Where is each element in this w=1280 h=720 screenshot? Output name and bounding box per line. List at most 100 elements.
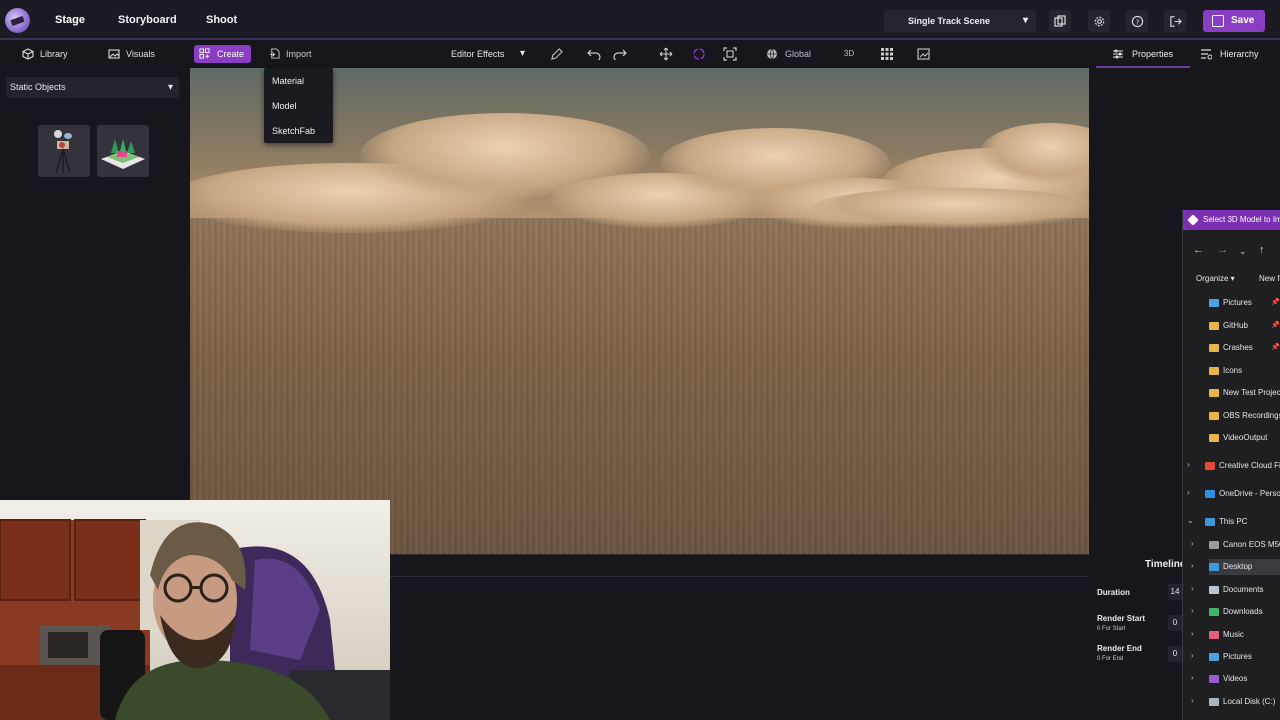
tab-library-label: Library (40, 49, 68, 59)
tree-item[interactable]: Canon EOS M50 (1209, 537, 1280, 553)
tab-visuals-label: Visuals (126, 49, 155, 59)
drive-icon (1209, 697, 1219, 706)
global-toggle[interactable]: Global (761, 45, 817, 63)
tree-item[interactable]: VideoOutput (1209, 430, 1280, 446)
tree-item[interactable]: Crashes (1209, 340, 1280, 356)
tree-item[interactable]: Icons (1209, 363, 1280, 379)
chevron-right-icon[interactable]: › (1191, 651, 1194, 660)
folder-icon (1209, 434, 1219, 442)
tab-properties-label: Properties (1132, 49, 1174, 59)
tree-item[interactable]: Pictures (1209, 649, 1280, 665)
nav-storyboard[interactable]: Storyboard (118, 0, 177, 40)
undo-icon[interactable] (585, 46, 603, 62)
help-icon[interactable]: ? (1126, 10, 1148, 32)
tree-item[interactable]: Documents (1209, 582, 1280, 598)
chevron-right-icon[interactable]: › (1191, 673, 1194, 682)
new-folder-button[interactable]: New folder (1259, 274, 1280, 283)
tree-item-label: Downloads (1223, 607, 1263, 617)
import-label: Import (286, 49, 312, 59)
tab-hierarchy[interactable]: Hierarchy (1180, 40, 1280, 68)
exit-icon[interactable] (1164, 10, 1186, 32)
hierarchy-icon (1201, 49, 1212, 60)
tree-item[interactable]: New Test Project (1209, 385, 1280, 401)
tab-library[interactable]: Library (18, 40, 68, 68)
move-icon[interactable] (657, 46, 675, 62)
scene-select-label: Single Track Scene (908, 16, 991, 26)
grid-plus-icon (199, 48, 210, 59)
chevron-right-icon[interactable]: › (1191, 696, 1194, 705)
downloads-icon (1209, 608, 1219, 617)
nav-shoot[interactable]: Shoot (206, 0, 237, 40)
toolbar: Library Visuals Create Import Editor Eff… (0, 40, 1280, 68)
save-button[interactable]: Save (1203, 10, 1265, 32)
tab-visuals[interactable]: Visuals (104, 40, 155, 68)
render-end-input[interactable]: 0 (1168, 646, 1182, 662)
menu-item-material[interactable]: Material (272, 76, 304, 86)
chevron-down-icon[interactable]: ⌄ (1187, 516, 1194, 525)
tree-item[interactable]: Music (1209, 627, 1280, 643)
import-icon (269, 48, 280, 59)
forward-icon[interactable]: → (1217, 244, 1228, 256)
tree-item[interactable]: GitHub (1209, 318, 1280, 334)
cube-icon (22, 48, 34, 60)
menu-item-model[interactable]: Model (272, 101, 297, 111)
editor-effects-select[interactable]: Editor Effects ▾ (445, 45, 531, 63)
tree-item[interactable]: Pictures (1209, 295, 1280, 311)
render-start-input[interactable]: 0 (1168, 615, 1182, 631)
chevron-down-icon[interactable]: ⌄ (1239, 246, 1247, 257)
up-icon[interactable]: ↑ (1259, 244, 1265, 256)
asset-thumbnail-camera-rig[interactable] (38, 125, 90, 177)
tree-item[interactable]: Videos (1209, 671, 1280, 687)
svg-text:?: ? (1135, 17, 1139, 26)
chevron-right-icon[interactable]: › (1187, 488, 1190, 497)
tab-properties[interactable]: Properties (1096, 40, 1190, 68)
creative-cloud-icon (1205, 462, 1215, 470)
menu-item-sketchfab[interactable]: SketchFab (272, 126, 315, 136)
create-button[interactable]: Create (194, 45, 251, 63)
gear-icon[interactable] (1088, 10, 1110, 32)
create-label: Create (217, 49, 245, 59)
dialog-title: Select 3D Model to Import (1203, 215, 1280, 224)
render-start-label: Render Start (1097, 614, 1146, 623)
nav-stage[interactable]: Stage (55, 0, 85, 40)
rotate-icon[interactable] (690, 46, 708, 62)
chevron-right-icon[interactable]: › (1191, 584, 1194, 593)
asset-thumbnail-cabin-forest[interactable] (97, 125, 149, 177)
chevron-right-icon[interactable]: › (1191, 561, 1194, 570)
redo-icon[interactable] (611, 46, 629, 62)
pin-icon: 📌 (1271, 321, 1280, 329)
tree-item[interactable]: This PC (1205, 514, 1280, 530)
pin-icon: 📌 (1271, 299, 1280, 306)
scale-icon[interactable] (721, 46, 739, 62)
tree-item[interactable]: OneDrive - Personal (1205, 486, 1280, 502)
import-button[interactable]: Import (266, 45, 326, 63)
scene-select[interactable]: Single Track Scene ▾ (884, 10, 1036, 32)
tree-item[interactable]: Local Disk (C:) (1209, 694, 1280, 710)
chevron-right-icon[interactable]: › (1191, 629, 1194, 638)
divider (390, 576, 1180, 577)
videos-icon (1209, 675, 1219, 684)
tree-item[interactable]: Downloads (1209, 604, 1280, 620)
3d-toggle[interactable]: 3D (838, 45, 860, 63)
chevron-right-icon[interactable]: › (1191, 606, 1194, 615)
duration-label: Duration (1097, 588, 1130, 597)
duplicate-icon[interactable] (1049, 10, 1071, 32)
app-window: Stage Storyboard Shoot Single Track Scen… (0, 0, 1280, 720)
unity-icon (1187, 214, 1199, 226)
duration-input[interactable]: 14 (1168, 584, 1182, 600)
category-select[interactable]: Static Objects ▾ (6, 77, 179, 98)
library-panel: Static Objects ▾ (0, 68, 190, 500)
screenshot-icon[interactable] (914, 46, 932, 62)
dialog-title-bar[interactable]: Select 3D Model to Import (1183, 210, 1280, 230)
organize-button[interactable]: Organize ▾ (1196, 274, 1235, 283)
grid-icon[interactable] (878, 46, 896, 62)
tree-item[interactable]: OBS Recordings (1209, 408, 1280, 424)
chevron-right-icon[interactable]: › (1191, 539, 1194, 548)
chevron-right-icon[interactable]: › (1187, 460, 1190, 469)
pin-icon: 📌 (1271, 344, 1280, 351)
back-icon[interactable]: ← (1193, 244, 1204, 256)
tree-item-label: Canon EOS M50 (1223, 540, 1280, 549)
tree-item[interactable]: Desktop (1209, 559, 1280, 576)
pencil-icon[interactable] (547, 46, 565, 62)
tree-item[interactable]: Creative Cloud Files (1205, 458, 1280, 474)
